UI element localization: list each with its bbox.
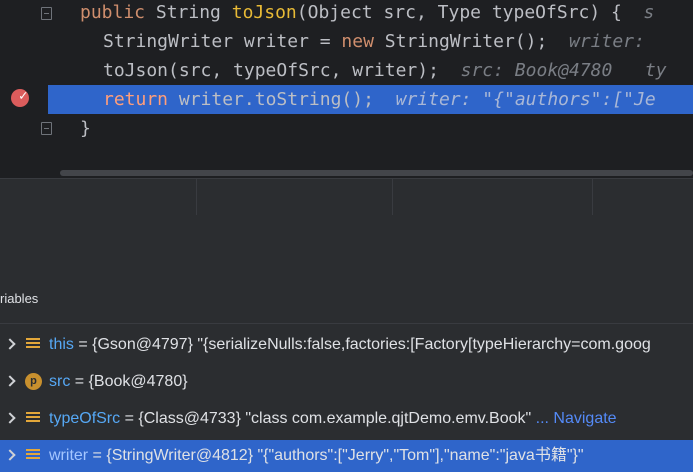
variable-name: src [49,373,71,390]
code-text: String [145,2,232,23]
keyword: public [80,2,146,23]
code-text: StringWriter(); [373,31,548,52]
inline-debug-hint: src: Book@4780 ty [438,60,667,81]
expand-arrow-icon[interactable] [4,412,16,424]
debug-toolbar [0,178,693,216]
variables-section-title: riables [0,291,39,306]
code-text: StringWriter writer = [103,31,342,52]
keyword: new [341,31,374,52]
code-text: (Object src, Type typeOfSrc) { [296,2,622,23]
current-execution-line: return writer.toString(); writer: "{"aut… [48,85,693,114]
code-line: public String toJson(Object src, Type ty… [0,0,693,27]
code-line: StringWriter writer = new StringWriter()… [0,27,693,56]
field-icon [26,412,40,426]
variable-name: writer [49,447,89,464]
variable-value: = {Book@4780} [70,373,188,390]
code-text: toJson(src, typeOfSrc, writer); [103,60,439,81]
variable-value: = {Class@4733} "class com.example.qjtDem… [120,410,532,427]
method-name: toJson [231,2,297,23]
variable-row-selected[interactable]: writer = {StringWriter@4812} "{"authors"… [0,440,693,472]
variable-name: typeOfSrc [49,410,121,427]
field-icon [26,338,40,352]
expand-arrow-icon[interactable] [4,338,16,350]
code-text: } [80,118,91,139]
parameter-icon: p [25,373,42,390]
code-line: } [0,114,693,143]
field-icon [26,449,40,463]
code-text: writer.toString(); [168,89,374,110]
variable-value: = {Gson@4797} "{serializeNulls:false,fac… [73,336,651,353]
variable-row[interactable]: this = {Gson@4797} "{serializeNulls:fals… [0,329,693,361]
expand-arrow-icon[interactable] [4,375,16,387]
inline-debug-hint: writer: "{"authors":["Je [373,89,656,110]
horizontal-scrollbar[interactable] [60,170,693,176]
variable-row[interactable]: p src = {Book@4780} [0,366,693,398]
keyword: return [103,89,169,110]
breakpoint-icon[interactable]: ✓ [11,89,29,107]
divider [0,323,693,324]
variable-row[interactable]: typeOfSrc = {Class@4733} "class com.exam… [0,403,693,435]
inline-debug-hint: writer: [547,31,656,52]
code-line: toJson(src, typeOfSrc, writer); src: Boo… [0,56,693,85]
inline-debug-hint: s [621,2,655,23]
code-editor[interactable]: public String toJson(Object src, Type ty… [0,0,693,178]
variable-name: this [49,336,74,353]
variable-value: = {StringWriter@4812} "{"authors":["Jerr… [88,447,584,464]
navigate-link[interactable]: ... Navigate [531,410,617,427]
expand-arrow-icon[interactable] [4,449,16,461]
